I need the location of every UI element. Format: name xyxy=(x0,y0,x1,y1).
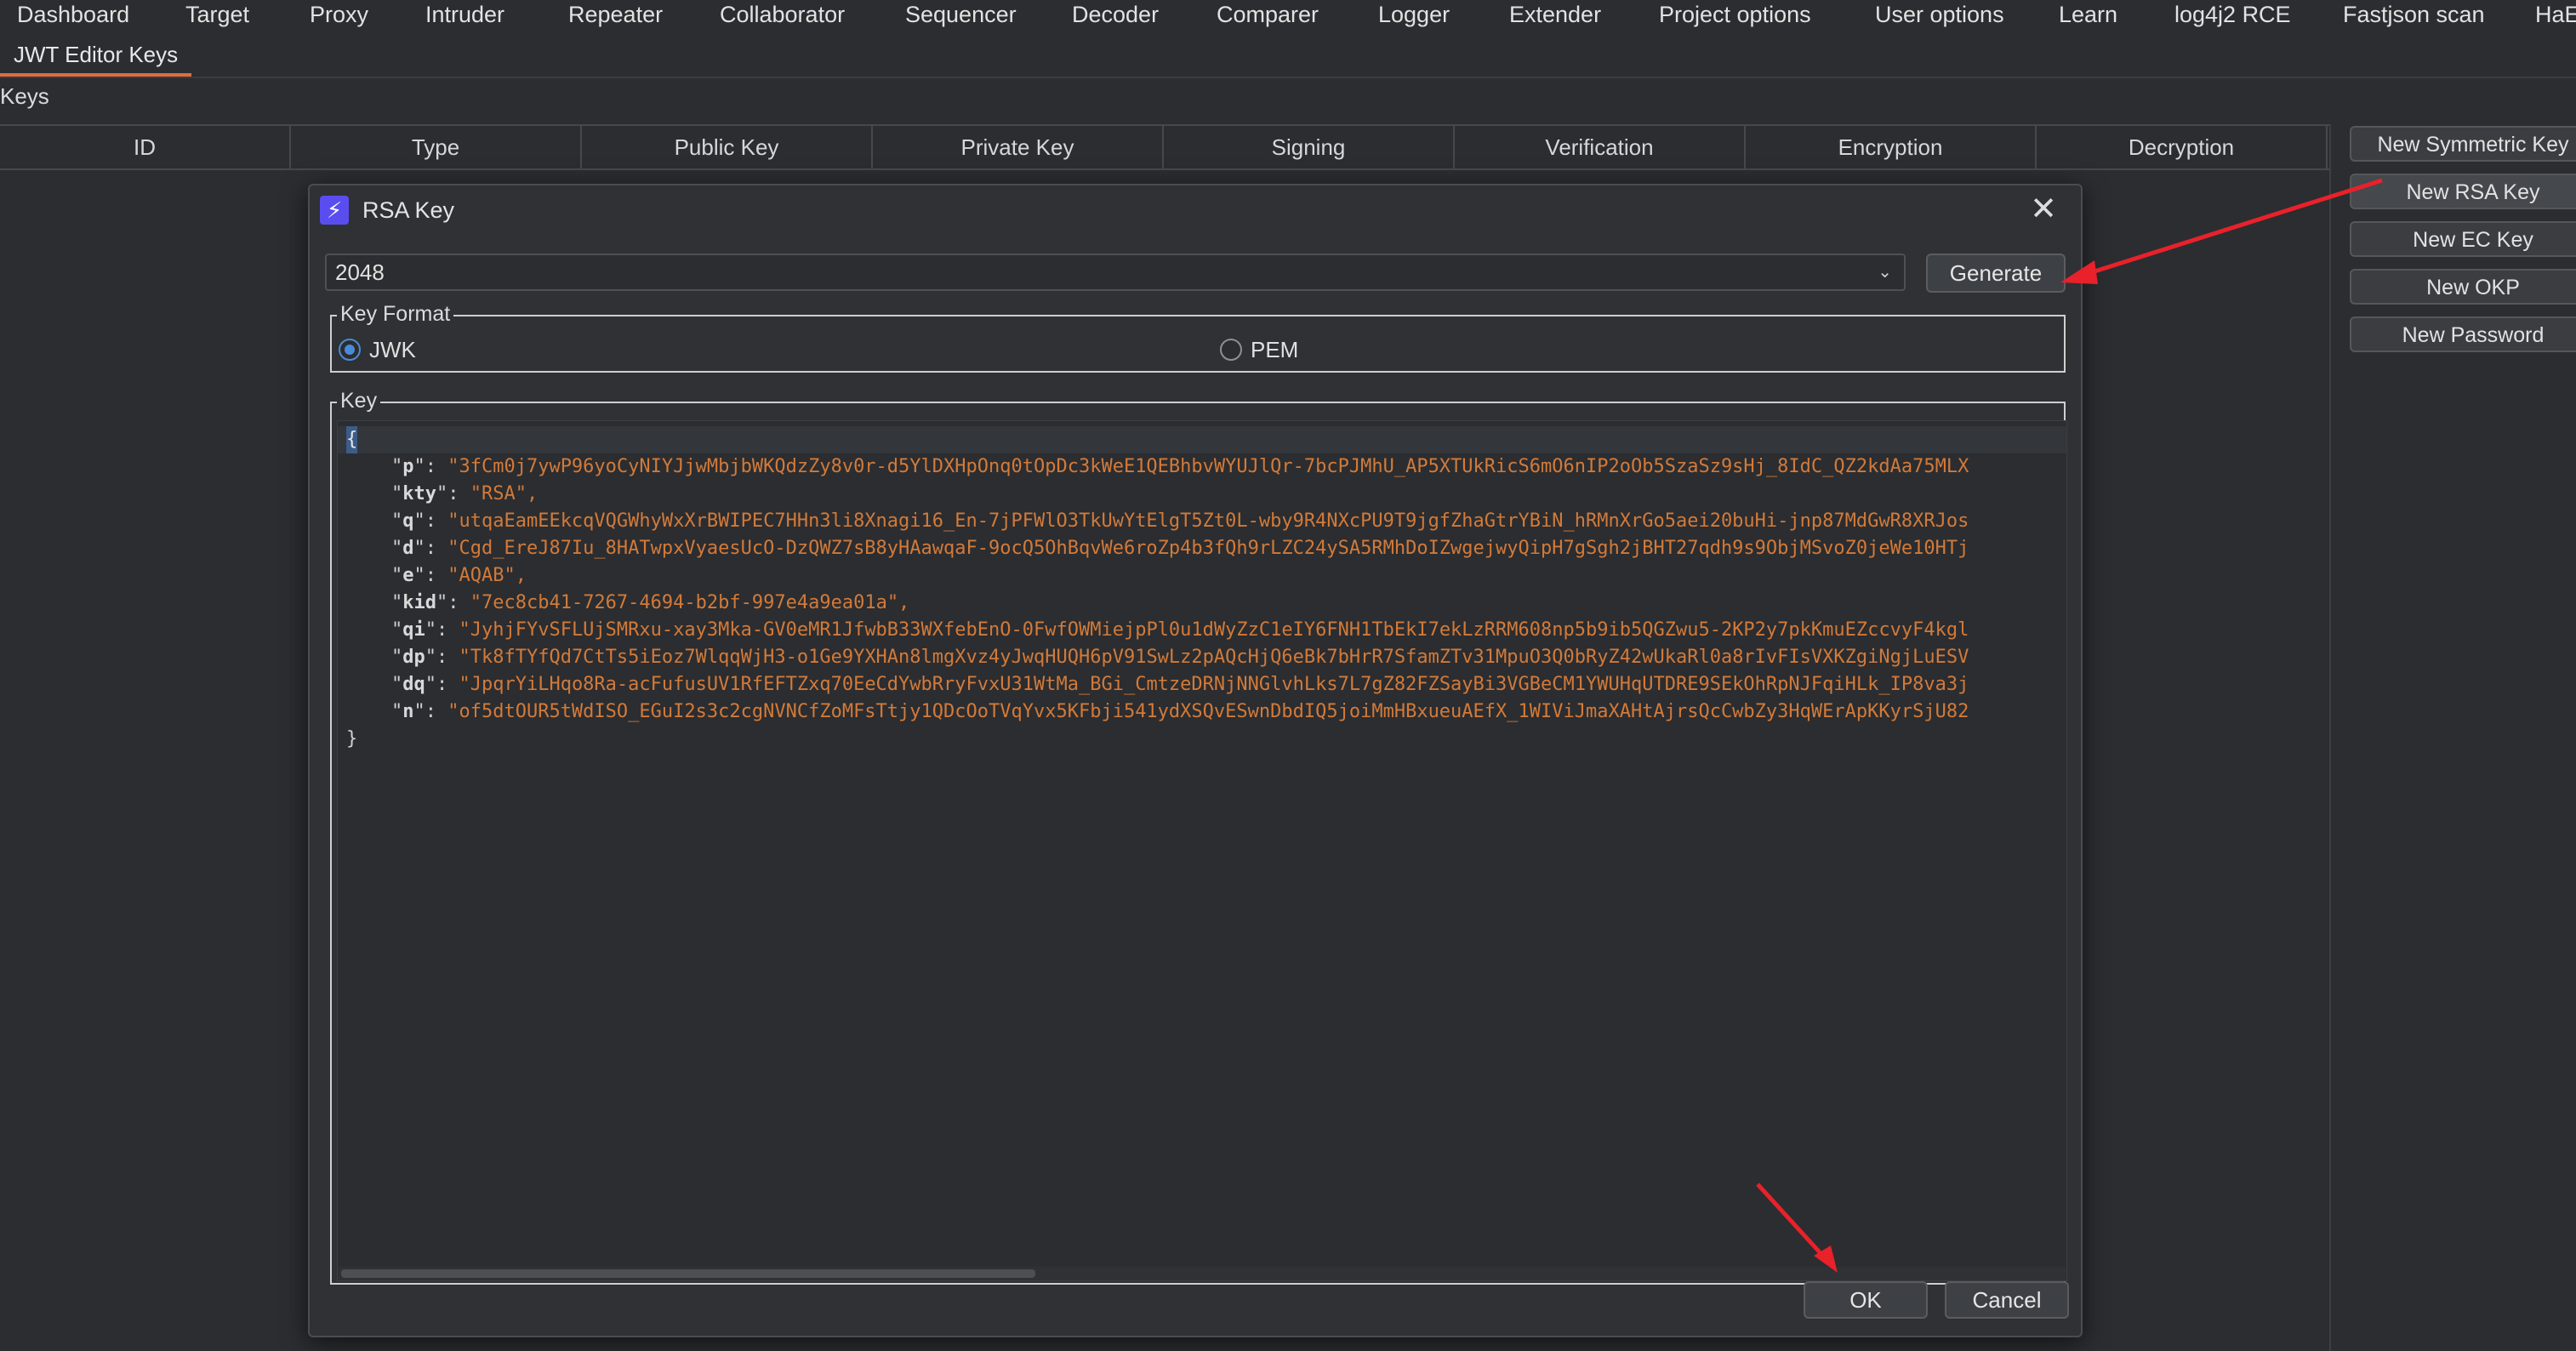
tab-jwt-editor-keys[interactable]: JWT Editor Keys xyxy=(0,34,192,77)
jwk-value-text-qi: JyhjFYvSFLUjSMRxu-xay3Mka-GV0eMR1JfwbB33… xyxy=(470,619,1969,641)
jwk-value-q: "utqaEamEEkcqVQGWhyWxXrBWIPEC7HHn3li8Xna… xyxy=(447,510,1969,532)
new-ec-key-button[interactable]: New EC Key xyxy=(2350,221,2576,257)
menu-item-proxy[interactable]: Proxy xyxy=(310,0,368,31)
menu-item-decoder[interactable]: Decoder xyxy=(1072,0,1159,31)
new-okp-button[interactable]: New OKP xyxy=(2350,269,2576,305)
jwk-key-dp: dp xyxy=(402,647,425,668)
column-header-id[interactable]: ID xyxy=(0,126,291,168)
jwt-editor-icon: ⚡ xyxy=(320,196,349,225)
column-header-private-key[interactable]: Private Key xyxy=(873,126,1164,168)
jwk-value-kid: "7ec8cb41-7267-4694-b2bf-997e4a9ea01a", xyxy=(470,592,910,613)
jwk-key-q: q xyxy=(402,510,414,532)
pem-radio-label[interactable]: PEM xyxy=(1251,337,1298,362)
jwk-key-n: n xyxy=(402,701,414,722)
key-editor[interactable]: { "p": "3fCm0j7ywP96yoCyNIYJjwMbjbWKQdzZ… xyxy=(337,420,2067,1281)
tab-label: JWT Editor Keys xyxy=(14,42,179,67)
horizontal-scrollbar[interactable] xyxy=(338,1267,2066,1280)
menu-item-fastjson-scan[interactable]: Fastjson scan xyxy=(2343,0,2485,31)
jwk-value-qi: "JyhjFYvSFLUjSMRxu-xay3Mka-GV0eMR1JfwbB3… xyxy=(459,619,1969,641)
jwk-value-text-kty: RSA xyxy=(481,483,516,504)
jwk-key-e: e xyxy=(402,565,414,586)
jwk-value-text-q: utqaEamEEkcqVQGWhyWxXrBWIPEC7HHn3li8Xnag… xyxy=(459,510,1969,532)
menu-bar: Dashboard Target Proxy Intruder Repeater Coll… xyxy=(0,0,2576,34)
menu-item-learn[interactable]: Learn xyxy=(2059,0,2117,31)
menu-item-project-options[interactable]: Project options xyxy=(1659,0,1811,31)
json-close-brace: } xyxy=(346,728,358,750)
column-header-verification[interactable]: Verification xyxy=(1455,126,1746,168)
menu-item-intruder[interactable]: Intruder xyxy=(425,0,504,31)
new-rsa-key-button[interactable]: New RSA Key xyxy=(2350,174,2576,209)
key-size-select[interactable]: 2048 ⌄ xyxy=(325,254,1906,291)
jwk-radio[interactable] xyxy=(339,339,361,361)
dialog-title: RSA Key xyxy=(362,197,455,223)
scrollbar-thumb[interactable] xyxy=(341,1269,1035,1278)
menu-item-sequencer[interactable]: Sequencer xyxy=(905,0,1017,31)
generate-button[interactable]: Generate xyxy=(1926,254,2066,293)
jwk-value-d: "Cgd_EreJ87Iu_8HATwpxVyaesUcO-DzQWZ7sB8y… xyxy=(447,538,1969,559)
jwk-json[interactable]: { "p": "3fCm0j7ywP96yoCyNIYJjwMbjbWKQdzZ… xyxy=(346,426,1969,753)
pem-radio[interactable] xyxy=(1220,339,1242,361)
menu-item-logger[interactable]: Logger xyxy=(1378,0,1450,31)
jwk-value-dq: "JpqrYiLHqo8Ra-acFufusUV1RfEFTZxq70EeCdY… xyxy=(459,674,1969,695)
jwk-key-d: d xyxy=(402,538,414,559)
key-size-value: 2048 xyxy=(335,259,385,285)
jwk-value-n: "of5dtOUR5tWdISO_EGuI2s3c2cgNVNCfZoMFsTt… xyxy=(447,701,1969,722)
column-header-encryption[interactable]: Encryption xyxy=(1746,126,2037,168)
key-format-label: Key Format xyxy=(337,301,454,327)
close-icon[interactable]: ✕ xyxy=(2025,191,2062,228)
cancel-button[interactable]: Cancel xyxy=(1945,1281,2069,1319)
key-group: Key { "p": "3fCm0j7ywP96yoCyNIYJjwMbjbWK… xyxy=(330,388,2067,1285)
menu-item-collaborator[interactable]: Collaborator xyxy=(720,0,845,31)
jwk-key-p: p xyxy=(402,456,414,477)
json-open-brace: { xyxy=(346,426,358,453)
menu-item-user-options[interactable]: User options xyxy=(1875,0,2004,31)
jwk-key-dq: dq xyxy=(402,674,425,695)
jwk-key-kty: kty xyxy=(402,483,436,504)
jwk-value-text-kid: 7ec8cb41-7267-4694-b2bf-997e4a9ea01a xyxy=(481,592,887,613)
jwk-key-kid: kid xyxy=(402,592,436,613)
panel-divider[interactable] xyxy=(2329,124,2331,1351)
menu-item-target[interactable]: Target xyxy=(185,0,249,31)
key-format-group: Key Format JWK PEM xyxy=(330,301,2066,373)
jwk-value-e: "AQAB", xyxy=(447,565,527,586)
new-password-button[interactable]: New Password xyxy=(2350,316,2576,352)
jwk-value-dp: "Tk8fTYfQd7CtTs5iEoz7WlqqWjH3-o1Ge9YXHAn… xyxy=(459,647,1969,668)
sub-tab-bar: JWT Editor Keys xyxy=(0,34,2576,78)
menu-item-extender[interactable]: Extender xyxy=(1509,0,1601,31)
column-header-public-key[interactable]: Public Key xyxy=(582,126,873,168)
menu-item-comparer[interactable]: Comparer xyxy=(1217,0,1319,31)
jwk-radio-label[interactable]: JWK xyxy=(369,337,416,362)
menu-item-repeater[interactable]: Repeater xyxy=(568,0,663,31)
column-header-signing[interactable]: Signing xyxy=(1164,126,1455,168)
keys-section-title: Keys xyxy=(0,83,49,109)
column-header-type[interactable]: Type xyxy=(291,126,582,168)
key-label: Key xyxy=(337,388,381,413)
jwk-value-text-dp: Tk8fTYfQd7CtTs5iEoz7WlqqWjH3-o1Ge9YXHAn8… xyxy=(470,647,1969,668)
jwk-value-text-e: AQAB xyxy=(459,565,504,586)
menu-item-log4j2-rce[interactable]: log4j2 RCE xyxy=(2174,0,2291,31)
jwk-value-text-p: 3fCm0j7ywP96yoCyNIYJjwMbjbWKQdzZy8v0r-d5… xyxy=(459,456,1969,477)
keys-table-header: ID Type Public Key Private Key Signing Verifi… xyxy=(0,124,2329,170)
rsa-key-dialog: ⚡ RSA Key ✕ 2048 ⌄ Generate Key Format J… xyxy=(308,184,2083,1337)
jwk-value-text-n: of5dtOUR5tWdISO_EGuI2s3c2cgNVNCfZoMFsTtj… xyxy=(459,701,1969,722)
new-symmetric-key-button[interactable]: New Symmetric Key xyxy=(2350,126,2576,162)
jwk-value-text-dq: JpqrYiLHqo8Ra-acFufusUV1RfEFTZxq70EeCdYw… xyxy=(470,674,1969,695)
jwk-value-p: "3fCm0j7ywP96yoCyNIYJjwMbjbWKQdzZy8v0r-d… xyxy=(447,456,1969,477)
chevron-down-icon: ⌄ xyxy=(1878,263,1892,282)
ok-button[interactable]: OK xyxy=(1804,1281,1928,1319)
menu-item-hae[interactable]: HaE xyxy=(2535,0,2576,31)
active-tab-underline xyxy=(0,73,192,77)
column-header-decryption[interactable]: Decryption xyxy=(2037,126,2328,168)
jwk-value-text-d: Cgd_EreJ87Iu_8HATwpxVyaesUcO-DzQWZ7sB8yH… xyxy=(459,538,1969,559)
jwk-value-kty: "RSA", xyxy=(470,483,539,504)
menu-item-dashboard[interactable]: Dashboard xyxy=(17,0,129,31)
jwk-key-qi: qi xyxy=(402,619,425,641)
